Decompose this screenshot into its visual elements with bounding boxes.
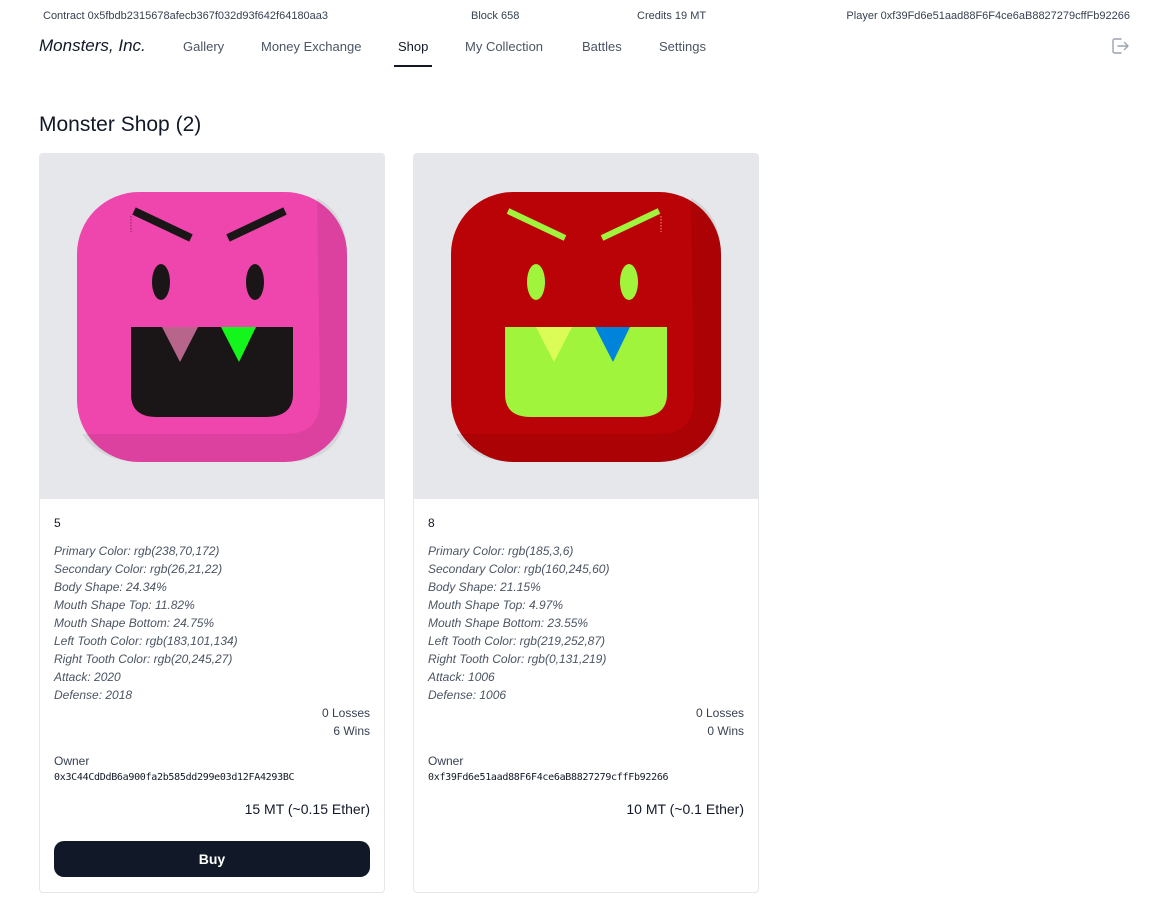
defense: Defense: 2018 <box>54 688 133 702</box>
monster-card: 5 Primary Color: rgb(238,70,172) Seconda… <box>39 153 385 893</box>
attack: Attack: 2020 <box>54 670 121 684</box>
owner-address: 0x3C44CdDdB6a900fa2b585dd299e03d12FA4293… <box>54 772 295 783</box>
owner-address: 0xf39Fd6e51aad88F6F4ce6aB8827279cffFb922… <box>428 772 669 783</box>
body-shape: Body Shape: 21.15% <box>428 580 541 594</box>
mouth-shape-top: Mouth Shape Top: 4.97% <box>428 598 563 612</box>
nav-item-my-collection[interactable]: My Collection <box>465 39 543 54</box>
status-bar: Contract 0x5fbdb2315678afecb367f032d93f6… <box>0 0 1169 32</box>
monster-card: 8 Primary Color: rgb(185,3,6) Secondary … <box>413 153 759 893</box>
body-shape: Body Shape: 24.34% <box>54 580 167 594</box>
block-number: Block 658 <box>471 10 520 22</box>
nav-item-battles[interactable]: Battles <box>582 39 622 54</box>
wins: 6 Wins <box>333 724 370 738</box>
monster-id: 8 <box>428 516 435 530</box>
defense: Defense: 1006 <box>428 688 507 702</box>
page-title: Monster Shop (2) <box>39 113 202 136</box>
right-tooth-color: Right Tooth Color: rgb(0,131,219) <box>428 652 607 666</box>
price: 15 MT (~0.15 Ether) <box>244 801 370 817</box>
brand-logo[interactable]: Monsters, Inc. <box>39 36 146 56</box>
nav-item-gallery[interactable]: Gallery <box>183 39 224 54</box>
secondary-color: Secondary Color: rgb(26,21,22) <box>54 562 223 576</box>
losses: 0 Losses <box>321 706 370 720</box>
nav-item-shop[interactable]: Shop <box>398 39 428 54</box>
monster-id: 5 <box>54 516 61 530</box>
attack: Attack: 1006 <box>428 670 495 684</box>
left-tooth-color: Left Tooth Color: rgb(219,252,87) <box>428 634 606 648</box>
right-tooth-color: Right Tooth Color: rgb(20,245,27) <box>54 652 233 666</box>
buy-button[interactable]: Buy <box>54 841 370 877</box>
credits-balance: Credits 19 MT <box>637 10 707 22</box>
nav-item-money-exchange[interactable]: Money Exchange <box>261 39 361 54</box>
monster-avatar-8 <box>451 192 721 462</box>
secondary-color: Secondary Color: rgb(160,245,60) <box>428 562 610 576</box>
losses: 0 Losses <box>695 706 744 720</box>
owner-label: Owner <box>428 754 464 768</box>
logout-icon[interactable] <box>1110 36 1130 56</box>
mouth-shape-bottom: Mouth Shape Bottom: 24.75% <box>54 616 215 630</box>
contract-address: Contract 0x5fbdb2315678afecb367f032d93f6… <box>43 10 329 22</box>
nav-item-settings[interactable]: Settings <box>659 39 706 54</box>
wins: 0 Wins <box>707 724 744 738</box>
active-tab-indicator <box>394 65 432 67</box>
monster-image <box>40 154 384 499</box>
left-tooth-color: Left Tooth Color: rgb(183,101,134) <box>54 634 238 648</box>
monster-image <box>414 154 758 499</box>
price: 10 MT (~0.1 Ether) <box>626 801 744 817</box>
player-address: Player 0xf39Fd6e51aad88F6F4ce6aB8827279c… <box>846 10 1130 22</box>
owner-label: Owner <box>54 754 90 768</box>
monster-avatar-5 <box>77 192 347 462</box>
primary-color: Primary Color: rgb(185,3,6) <box>428 544 574 558</box>
main-nav: Monsters, Inc. Gallery Money Exchange Sh… <box>0 32 1169 68</box>
primary-color: Primary Color: rgb(238,70,172) <box>54 544 220 558</box>
mouth-shape-bottom: Mouth Shape Bottom: 23.55% <box>428 616 589 630</box>
mouth-shape-top: Mouth Shape Top: 11.82% <box>54 598 195 612</box>
